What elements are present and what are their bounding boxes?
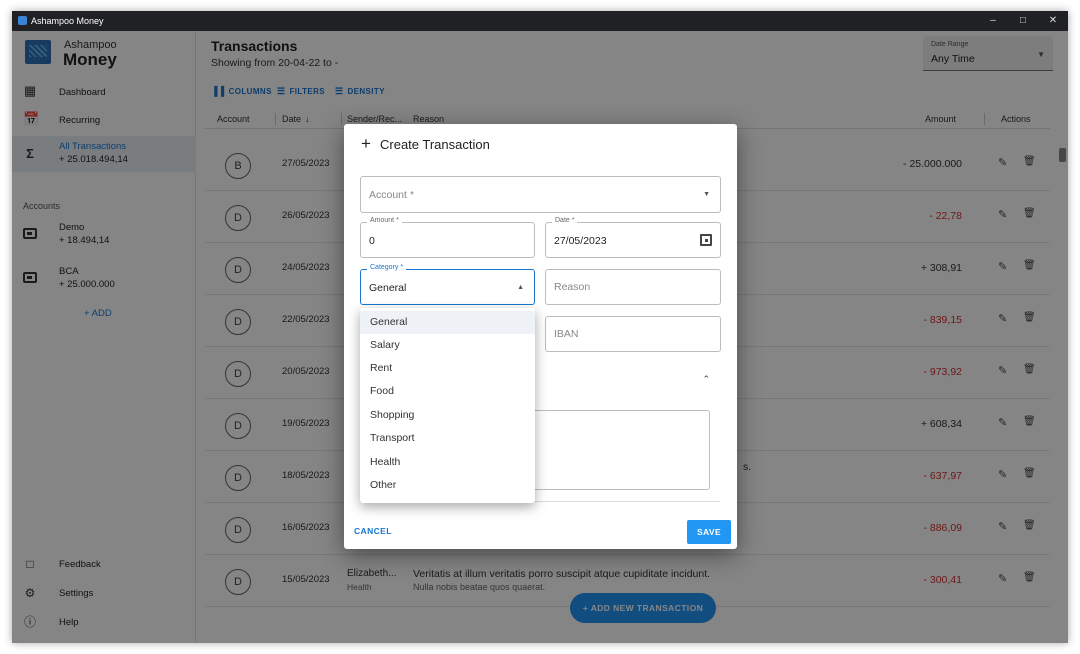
app-window: Ashampoo Money – □ ✕ Ashampoo Money ▦ Da… — [12, 11, 1068, 643]
option-label: General — [370, 316, 408, 328]
option-label: Other — [370, 479, 397, 491]
dialog-title: Create Transaction — [380, 137, 490, 152]
option-label: Transport — [370, 432, 415, 444]
iban-placeholder: IBAN — [554, 328, 579, 340]
option-label: Rent — [370, 362, 393, 374]
iban-field[interactable]: IBAN — [545, 316, 721, 352]
minimize-button[interactable]: – — [979, 11, 1007, 31]
reason-placeholder: Reason — [554, 281, 591, 293]
option-label: Shopping — [370, 409, 415, 421]
close-button[interactable]: ✕ — [1039, 11, 1067, 31]
dropdown-option-health[interactable]: Health — [360, 451, 535, 474]
amount-value: 0 — [369, 235, 375, 247]
save-button[interactable]: SAVE — [687, 520, 731, 544]
window-title: Ashampoo Money — [31, 16, 104, 26]
category-value: General — [369, 282, 407, 294]
dropdown-option-salary[interactable]: Salary — [360, 334, 535, 357]
dropdown-option-shopping[interactable]: Shopping — [360, 404, 535, 427]
calendar-icon[interactable] — [700, 234, 712, 246]
option-label: Food — [370, 385, 394, 397]
reason-field[interactable]: Reason — [545, 269, 721, 305]
option-label: Health — [370, 456, 401, 468]
dropdown-option-transport[interactable]: Transport — [360, 427, 535, 450]
cancel-button[interactable]: CANCEL — [354, 526, 392, 536]
maximize-button[interactable]: □ — [1009, 11, 1037, 31]
app-icon — [18, 16, 27, 25]
title-bar: Ashampoo Money – □ ✕ — [12, 11, 1068, 31]
account-placeholder: Account * — [369, 189, 414, 201]
chevron-up-icon: ▲ — [517, 284, 524, 291]
dropdown-option-food[interactable]: Food — [360, 380, 535, 403]
option-label: Salary — [370, 339, 400, 351]
category-dropdown: General Salary Rent Food Shopping Transp… — [360, 308, 535, 503]
dropdown-option-rent[interactable]: Rent — [360, 357, 535, 380]
chevron-down-icon: ▼ — [703, 191, 710, 198]
plus-icon: + — [361, 134, 371, 153]
chevron-up-icon[interactable]: ⌃ — [702, 374, 710, 385]
category-label: Category * — [367, 264, 407, 271]
dropdown-option-other[interactable]: Other — [360, 474, 535, 497]
amount-label: Amount * — [367, 217, 402, 224]
dropdown-option-general[interactable]: General — [360, 311, 535, 334]
category-select[interactable]: Category * General ▲ — [360, 264, 535, 305]
date-label: Date * — [552, 217, 578, 224]
date-field[interactable]: Date * 27/05/2023 — [545, 217, 721, 258]
account-select[interactable]: Account * ▼ — [360, 176, 721, 213]
amount-field[interactable]: Amount * 0 — [360, 217, 535, 258]
date-value: 27/05/2023 — [554, 235, 607, 247]
